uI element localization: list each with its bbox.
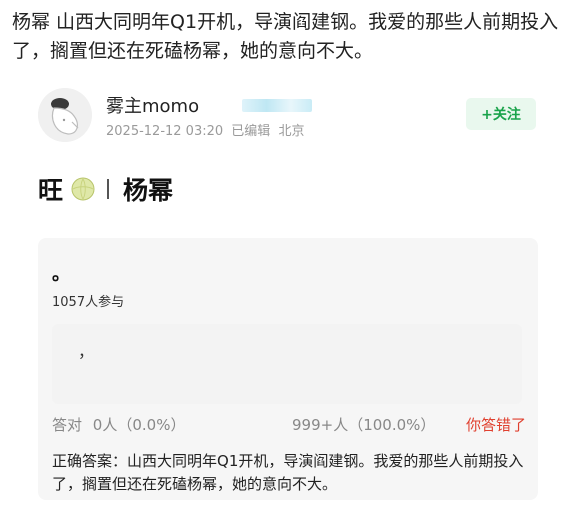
correct-count: 0人（0.0%） [92,416,186,434]
other-stat: 999+人（100.0%） [292,416,436,434]
author-row: 雾主momo 2025-12-12 03:20 已编辑 北京 +关注 [38,88,538,144]
topic-divider [107,179,110,199]
post-date: 2025-12-12 03:20 [106,124,224,139]
avatar[interactable] [38,88,92,142]
melon-icon [71,177,95,201]
correct-label: 答对 [52,416,83,434]
answer-label: 正确答案： [52,452,128,470]
wrong-answer-label: 你答错了 [465,416,526,434]
correct-stat: 答对 0人（0.0%） [52,414,185,435]
quiz-option-text: ， [78,342,95,361]
participant-count: 1057人参与 [52,295,125,310]
topic-prefix: 旺 [38,176,64,205]
blurred-badge [242,99,312,112]
edited-label: 已编辑 [231,124,271,139]
quiz-card: 。 1057人参与 ， 答对 0人（0.0%） 999+人（100.0%） 你答… [38,238,538,500]
post-location: 北京 [278,124,305,139]
quiz-result: 答对 0人（0.0%） 999+人（100.0%） 你答错了 [52,414,526,438]
avatar-figure-icon [38,88,92,142]
correct-answer: 正确答案：山西大同明年Q1开机，导演阎建钢。我爱的那些人前期投入了，搁置但还在死… [52,450,524,496]
topic-title[interactable]: 旺 杨幂 [38,172,173,206]
post-meta: 2025-12-12 03:20 已编辑 北京 [106,120,304,139]
quiz-option[interactable]: ， [52,324,522,404]
post-headline: 杨幂 山西大同明年Q1开机，导演阎建钢。我爱的那些人前期投入了，搁置但还在死磕杨… [12,11,559,62]
topic-name: 杨幂 [123,176,174,205]
author-name[interactable]: 雾主momo [106,92,199,118]
quiz-question: 。 [52,264,70,285]
follow-button[interactable]: +关注 [466,98,536,130]
